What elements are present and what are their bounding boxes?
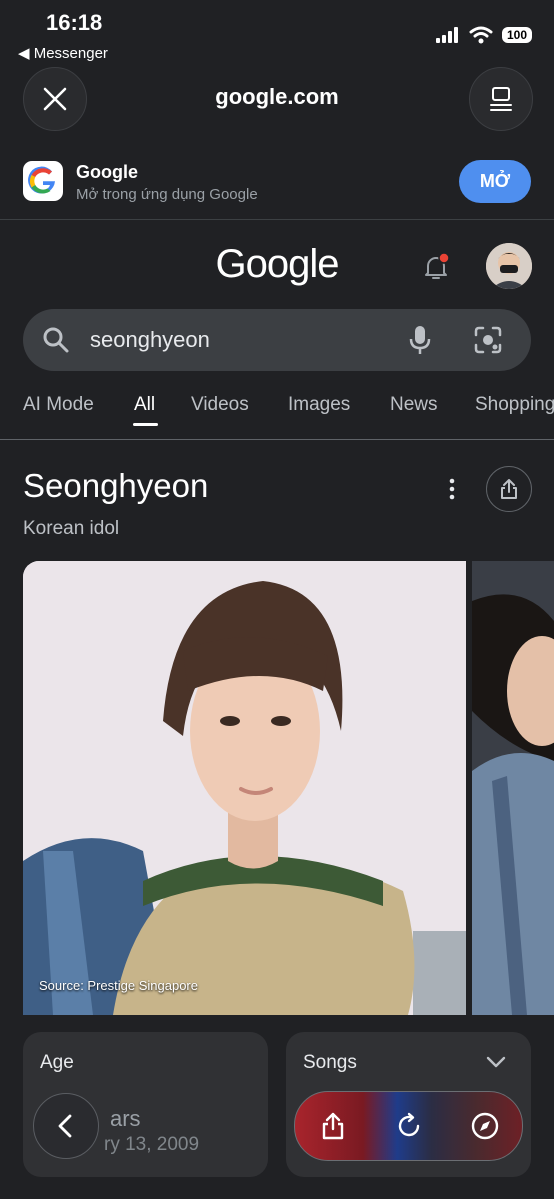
more-options-icon[interactable] bbox=[444, 476, 460, 502]
toolbar-browser-button[interactable] bbox=[447, 1092, 522, 1160]
search-icon[interactable] bbox=[42, 326, 70, 354]
status-icons: 100 bbox=[435, 26, 532, 44]
portrait-image-secondary bbox=[472, 561, 554, 1015]
reader-mode-button[interactable] bbox=[469, 67, 533, 131]
entity-photo-main[interactable] bbox=[23, 561, 466, 1015]
banner-divider bbox=[0, 219, 554, 220]
account-avatar[interactable] bbox=[486, 243, 532, 289]
toolbar-share-button[interactable] bbox=[295, 1092, 370, 1160]
share-icon bbox=[501, 479, 517, 499]
chevron-left-icon bbox=[58, 1114, 72, 1138]
age-card-title: Age bbox=[40, 1052, 74, 1073]
tabs-divider bbox=[0, 439, 554, 440]
tab-ai-mode[interactable]: AI Mode bbox=[23, 394, 94, 416]
compass-icon bbox=[471, 1112, 498, 1140]
songs-card-title: Songs bbox=[303, 1052, 357, 1073]
active-tab-indicator bbox=[133, 423, 158, 426]
status-time: 16:18 bbox=[46, 10, 103, 35]
banner-app-subtitle: Mở trong ứng dụng Google bbox=[76, 186, 258, 203]
open-in-app-button[interactable]: MỞ bbox=[459, 160, 531, 203]
age-card-date: ry 13, 2009 bbox=[104, 1134, 200, 1155]
microphone-icon[interactable] bbox=[408, 325, 432, 355]
battery-indicator: 100 bbox=[501, 27, 532, 43]
bell-icon bbox=[425, 252, 450, 279]
wifi-icon bbox=[469, 26, 493, 44]
share-button[interactable] bbox=[486, 466, 532, 512]
reader-icon bbox=[490, 87, 512, 111]
tab-news[interactable]: News bbox=[390, 394, 438, 416]
google-logo[interactable]: Google bbox=[0, 242, 554, 287]
entity-photo-secondary[interactable] bbox=[472, 561, 554, 1015]
toolbar-reload-button[interactable] bbox=[371, 1092, 446, 1160]
image-source-caption: Source: Prestige Singapore bbox=[39, 978, 198, 993]
reload-icon bbox=[398, 1112, 419, 1137]
back-to-app-link[interactable]: ◀ Messenger bbox=[18, 44, 108, 62]
entity-title: Seonghyeon bbox=[23, 467, 209, 504]
cellular-signal-icon bbox=[435, 27, 458, 43]
google-g-icon bbox=[28, 166, 55, 194]
tab-shopping[interactable]: Shopping bbox=[475, 394, 554, 416]
banner-app-title: Google bbox=[76, 162, 138, 182]
camera-lens-icon[interactable] bbox=[473, 325, 503, 355]
floating-toolbar bbox=[294, 1091, 523, 1161]
tab-images[interactable]: Images bbox=[288, 394, 350, 416]
avatar-image bbox=[486, 243, 532, 289]
search-query[interactable]: seonghyeon bbox=[90, 327, 210, 353]
age-card-value: ars bbox=[110, 1106, 141, 1131]
share-icon bbox=[322, 1112, 343, 1140]
notifications-button[interactable] bbox=[421, 252, 451, 282]
google-app-icon bbox=[23, 161, 63, 201]
entity-subtitle: Korean idol bbox=[23, 518, 120, 539]
portrait-image bbox=[23, 561, 466, 1015]
tab-videos[interactable]: Videos bbox=[191, 394, 249, 416]
tab-all[interactable]: All bbox=[134, 394, 155, 416]
chevron-down-icon[interactable] bbox=[485, 1054, 507, 1070]
back-button[interactable] bbox=[33, 1093, 99, 1159]
